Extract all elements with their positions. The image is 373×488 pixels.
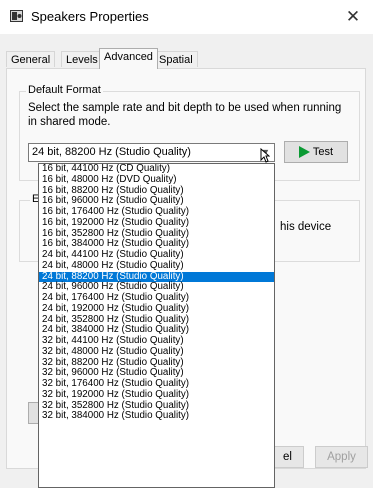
sample-rate-value: 24 bit, 88200 Hz (Studio Quality) (32, 146, 191, 158)
default-format-label: Default Format (26, 84, 103, 96)
dropdown-option[interactable]: 24 bit, 192000 Hz (Studio Quality) (39, 303, 274, 315)
test-button[interactable]: Test (284, 141, 348, 163)
mouse-cursor-icon (260, 148, 270, 163)
speaker-icon (10, 10, 23, 22)
dropdown-option[interactable]: 32 bit, 192000 Hz (Studio Quality) (39, 389, 274, 401)
tab-levels[interactable]: Levels (61, 51, 103, 67)
tab-general[interactable]: General (6, 51, 56, 67)
dropdown-option[interactable]: 32 bit, 48000 Hz (Studio Quality) (39, 346, 274, 358)
window-title: Speakers Properties (31, 9, 149, 24)
test-label: Test (312, 146, 334, 158)
title-bar: Speakers Properties ✕ (0, 0, 373, 34)
tab-advanced[interactable]: Advanced (99, 48, 158, 69)
close-button[interactable]: ✕ (333, 0, 373, 34)
sample-rate-dropdown-list[interactable]: 16 bit, 44100 Hz (CD Quality) 16 bit, 480… (38, 163, 275, 488)
dropdown-option[interactable]: 24 bit, 48000 Hz (Studio Quality) (39, 260, 274, 272)
sample-rate-select[interactable]: 24 bit, 88200 Hz (Studio Quality) ▼ (28, 143, 275, 162)
close-icon: ✕ (345, 7, 361, 26)
dropdown-option[interactable]: 32 bit, 384000 Hz (Studio Quality) (39, 410, 274, 422)
tab-spatial-sound[interactable]: Spatial sound (154, 51, 198, 82)
default-format-description: Select the sample rate and bit depth to … (28, 102, 342, 128)
apply-button[interactable]: Apply (315, 446, 368, 468)
dropdown-option[interactable]: 16 bit, 48000 Hz (DVD Quality) (39, 174, 274, 186)
dropdown-option[interactable]: 16 bit, 192000 Hz (Studio Quality) (39, 217, 274, 229)
exclusive-mode-partial-text: his device (280, 221, 332, 233)
play-icon (298, 146, 310, 158)
cancel-button[interactable]: el (272, 446, 304, 468)
